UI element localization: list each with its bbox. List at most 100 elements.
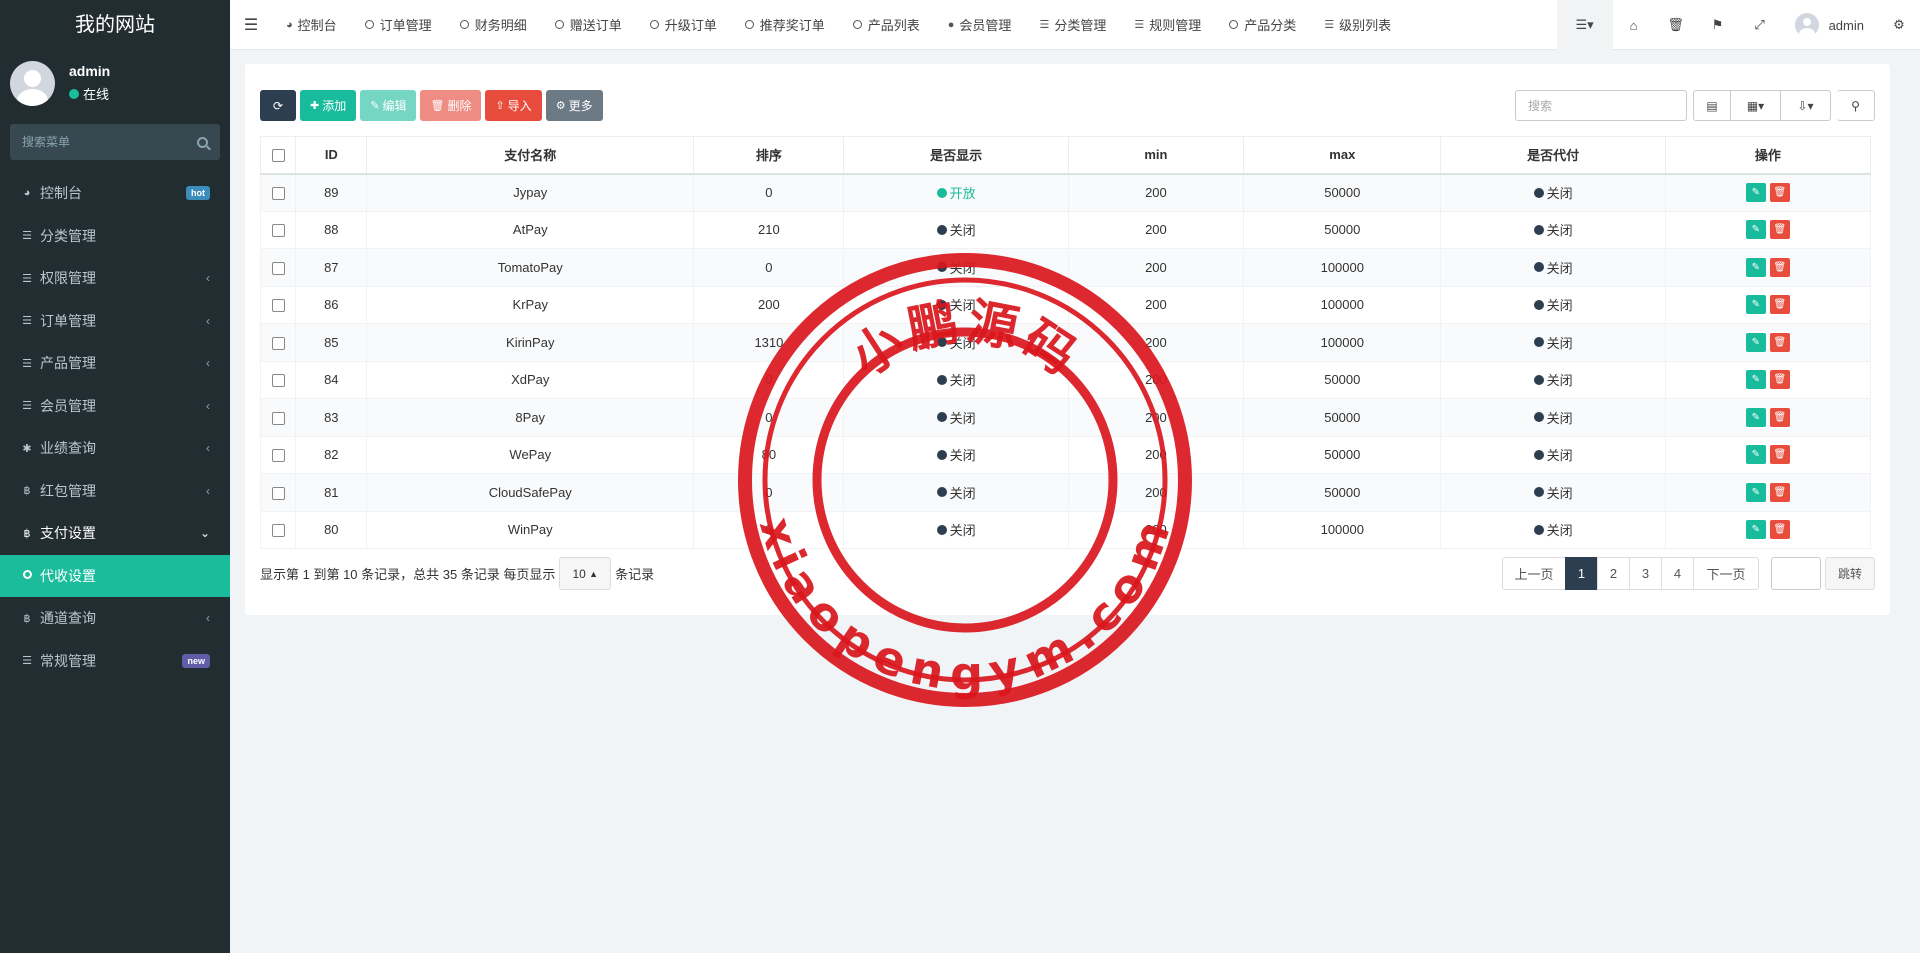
status-badge[interactable]: 关闭 <box>936 520 976 539</box>
translate-icon[interactable]: ⚑ <box>1697 0 1739 50</box>
status-badge[interactable]: 关闭 <box>1533 220 1573 239</box>
tab-7[interactable]: ● 会员管理 <box>934 0 1026 50</box>
page-button[interactable]: 1 <box>1565 557 1598 590</box>
status-badge[interactable]: 关闭 <box>1533 183 1573 202</box>
tab-2[interactable]: 财务明细 <box>446 0 541 50</box>
status-badge[interactable]: 关闭 <box>1533 445 1573 464</box>
tab-1[interactable]: 订单管理 <box>351 0 446 50</box>
gears-icon[interactable]: ⚙ <box>1878 0 1920 50</box>
row-checkbox[interactable] <box>271 187 285 201</box>
status-badge[interactable]: 关闭 <box>936 483 976 502</box>
status-badge[interactable]: 关闭 <box>1533 520 1573 539</box>
row-delete-button[interactable]: 🗑 <box>1769 257 1790 277</box>
home-icon[interactable]: ⌂ <box>1613 0 1655 50</box>
status-badge[interactable]: 关闭 <box>936 220 976 239</box>
sidebar-item-0[interactable]: ◕ 控制台 hot <box>0 172 230 215</box>
columns-icon[interactable]: ▦▾ <box>1731 90 1781 121</box>
more-button[interactable]: ⚙ 更多 <box>545 90 603 121</box>
status-badge[interactable]: 开放 <box>936 183 976 202</box>
page-button[interactable]: 2 <box>1597 557 1630 590</box>
row-edit-button[interactable]: ✎ <box>1745 370 1766 390</box>
goto-button[interactable]: 跳转 <box>1825 557 1875 590</box>
menu-toggle-icon[interactable]: ☰ <box>230 0 272 50</box>
tab-5[interactable]: 推荐奖订单 <box>731 0 839 50</box>
row-checkbox[interactable] <box>271 224 285 238</box>
page-button[interactable]: 4 <box>1661 557 1694 590</box>
sidebar-item-3[interactable]: ☰ 订单管理 ‹ <box>0 300 230 343</box>
row-delete-button[interactable]: 🗑 <box>1769 445 1790 465</box>
row-checkbox[interactable] <box>271 374 285 388</box>
status-badge[interactable]: 关闭 <box>1533 370 1573 389</box>
trash-icon[interactable]: 🗑 <box>1655 0 1697 50</box>
tab-3[interactable]: 赠送订单 <box>541 0 636 50</box>
row-checkbox[interactable] <box>271 261 285 275</box>
status-badge[interactable]: 关闭 <box>1533 333 1573 352</box>
column-header[interactable]: 支付名称 <box>366 136 695 175</box>
status-badge[interactable]: 关闭 <box>936 445 976 464</box>
row-delete-button[interactable]: 🗑 <box>1769 407 1790 427</box>
sidebar-item-4[interactable]: ☰ 产品管理 ‹ <box>0 342 230 385</box>
tab-9[interactable]: ☰ 规则管理 <box>1120 0 1215 50</box>
sidebar-item-9[interactable]: 代收设置 <box>0 554 230 597</box>
sidebar-item-11[interactable]: ☰ 常规管理 new <box>0 640 230 683</box>
edit-button[interactable]: ✎ 编辑 <box>360 90 417 121</box>
search-icon[interactable] <box>197 136 208 148</box>
column-header[interactable]: ID <box>295 136 368 175</box>
site-title[interactable]: 我的网站 <box>0 0 230 50</box>
row-checkbox[interactable] <box>271 336 285 350</box>
sidebar-item-2[interactable]: ☰ 权限管理 ‹ <box>0 257 230 300</box>
row-edit-button[interactable]: ✎ <box>1745 332 1766 352</box>
column-header[interactable]: 是否显示 <box>843 136 1069 175</box>
export-icon[interactable]: ⇩▾ <box>1781 90 1831 121</box>
tab-11[interactable]: ☰ 级别列表 <box>1310 0 1405 50</box>
status-badge[interactable]: 关闭 <box>936 333 976 352</box>
row-edit-button[interactable]: ✎ <box>1745 445 1766 465</box>
top-user[interactable]: admin <box>1781 0 1878 50</box>
prev-page-button[interactable]: 上一页 <box>1502 557 1566 590</box>
row-delete-button[interactable]: 🗑 <box>1769 482 1790 502</box>
row-delete-button[interactable]: 🗑 <box>1769 220 1790 240</box>
tabs-dropdown-icon[interactable]: ☰▾ <box>1556 0 1613 50</box>
sidebar-item-1[interactable]: ☰ 分类管理 <box>0 215 230 258</box>
sidebar-search-input[interactable] <box>22 135 197 149</box>
row-delete-button[interactable]: 🗑 <box>1769 332 1790 352</box>
row-edit-button[interactable]: ✎ <box>1745 482 1766 502</box>
status-badge[interactable]: 关闭 <box>1533 483 1573 502</box>
next-page-button[interactable]: 下一页 <box>1693 557 1759 590</box>
row-edit-button[interactable]: ✎ <box>1745 407 1766 427</box>
status-badge[interactable]: 关闭 <box>936 370 976 389</box>
tab-10[interactable]: 产品分类 <box>1215 0 1310 50</box>
add-button[interactable]: ✚ 添加 <box>300 90 357 121</box>
status-badge[interactable]: 关闭 <box>936 295 976 314</box>
status-badge[interactable]: 关闭 <box>936 408 976 427</box>
row-delete-button[interactable]: 🗑 <box>1769 295 1790 315</box>
row-delete-button[interactable]: 🗑 <box>1769 370 1790 390</box>
page-size-select[interactable]: 10 ▲ <box>559 557 612 590</box>
column-header[interactable]: max <box>1243 136 1442 175</box>
fullscreen-icon[interactable]: ⤢ <box>1739 0 1781 50</box>
tab-6[interactable]: 产品列表 <box>839 0 934 50</box>
sidebar-item-7[interactable]: ฿ 红包管理 ‹ <box>0 470 230 513</box>
column-header[interactable]: 排序 <box>693 136 845 175</box>
row-edit-button[interactable]: ✎ <box>1745 520 1766 540</box>
status-badge[interactable]: 关闭 <box>936 258 976 277</box>
goto-page-input[interactable] <box>1771 557 1821 590</box>
row-checkbox[interactable] <box>271 299 285 313</box>
status-badge[interactable]: 关闭 <box>1533 408 1573 427</box>
row-delete-button[interactable]: 🗑 <box>1769 520 1790 540</box>
row-delete-button[interactable]: 🗑 <box>1769 183 1790 202</box>
row-checkbox[interactable] <box>271 411 285 425</box>
search-icon[interactable]: ⚲ <box>1837 90 1875 121</box>
sidebar-item-6[interactable]: ✱ 业绩查询 ‹ <box>0 427 230 470</box>
card-view-icon[interactable]: ▤ <box>1693 90 1731 121</box>
row-edit-button[interactable]: ✎ <box>1745 183 1766 202</box>
row-checkbox[interactable] <box>271 524 285 538</box>
table-search-input[interactable] <box>1515 90 1687 121</box>
status-badge[interactable]: 关闭 <box>1533 258 1573 277</box>
select-all-checkbox[interactable] <box>271 149 285 163</box>
row-edit-button[interactable]: ✎ <box>1745 295 1766 315</box>
column-header[interactable]: 操作 <box>1664 136 1872 175</box>
delete-button[interactable]: 🗑 删除 <box>420 90 482 121</box>
refresh-button[interactable]: ⟳ <box>260 90 296 121</box>
sidebar-item-8[interactable]: ฿ 支付设置 ⌄ <box>0 512 230 555</box>
